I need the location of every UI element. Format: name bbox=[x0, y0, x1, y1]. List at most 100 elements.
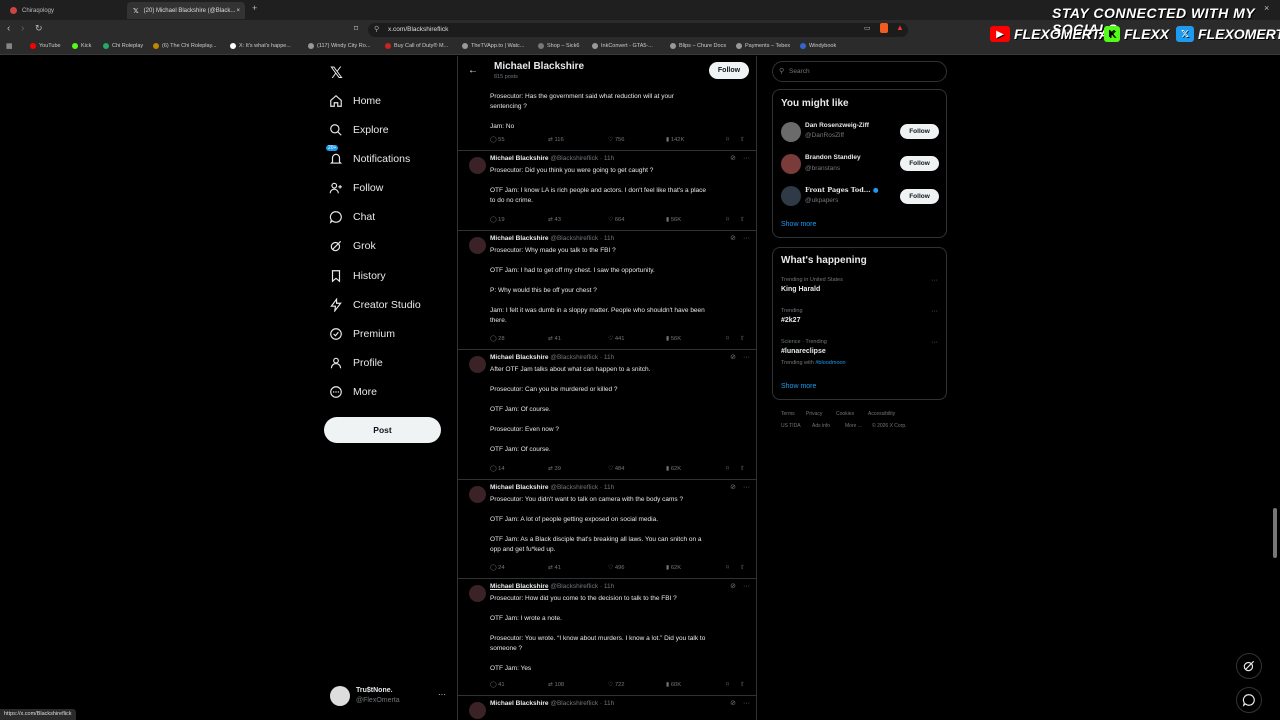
tweet[interactable]: Michael Blackshire @Blackshireflick · 11… bbox=[458, 696, 756, 720]
forward-icon[interactable]: › bbox=[21, 23, 24, 34]
like-button[interactable]: ♡ 496 bbox=[608, 565, 624, 571]
post-button[interactable]: Post bbox=[324, 417, 441, 443]
repost-button[interactable]: ⇄ 41 bbox=[548, 565, 561, 571]
views-button[interactable]: ▮ 56K bbox=[666, 336, 681, 342]
nav-notifications[interactable]: 20+ Notifications bbox=[326, 145, 410, 171]
chat-fab-button[interactable] bbox=[1236, 687, 1262, 713]
views-button[interactable]: ▮ 142K bbox=[666, 137, 684, 143]
scrollbar-thumb[interactable] bbox=[1273, 508, 1277, 558]
trend-related-tag[interactable]: #bloodmoon bbox=[815, 360, 845, 366]
nav-home[interactable]: Home bbox=[328, 89, 381, 113]
nav-history[interactable]: History bbox=[328, 264, 386, 288]
bookmark-item[interactable]: InkConvert - GTA5-... bbox=[592, 43, 653, 49]
bookmark-item[interactable]: (6) The Chi Roleplay... bbox=[153, 43, 217, 49]
bookmark-item[interactable]: Chi Roleplay bbox=[103, 43, 143, 49]
footer-terms-link[interactable]: Terms bbox=[781, 411, 795, 417]
tweet[interactable]: Michael Blackshire @Blackshireflick · 11… bbox=[458, 350, 756, 480]
share-icon[interactable]: ⇧ bbox=[740, 336, 745, 342]
footer-ustida-link[interactable]: US TIDA bbox=[781, 423, 801, 429]
grok-explain-icon[interactable]: ⊘ bbox=[730, 583, 736, 590]
grok-explain-icon[interactable]: ⊘ bbox=[730, 155, 736, 162]
nav-premium[interactable]: Premium bbox=[328, 322, 395, 346]
follow-button[interactable]: Follow bbox=[900, 156, 939, 171]
avatar[interactable] bbox=[781, 154, 801, 174]
grok-explain-icon[interactable]: ⊘ bbox=[730, 484, 736, 491]
repost-button[interactable]: ⇄ 41 bbox=[548, 336, 561, 342]
tweet-author-handle[interactable]: @Blackshireflick · 11h bbox=[550, 235, 614, 242]
nav-profile[interactable]: Profile bbox=[328, 351, 383, 375]
bookmark-item[interactable]: YouTube bbox=[30, 43, 61, 49]
trend-name[interactable]: King Harald bbox=[781, 286, 820, 293]
grok-explain-icon[interactable]: ⊘ bbox=[730, 354, 736, 361]
footer-cookies-link[interactable]: Cookies bbox=[836, 411, 854, 417]
tweet-author-name[interactable]: Michael Blackshire bbox=[490, 583, 549, 590]
avatar[interactable] bbox=[469, 585, 486, 602]
reply-button[interactable]: ◯ 41 bbox=[490, 682, 505, 688]
bookmark-item[interactable]: (117) Windy City Ro... bbox=[308, 43, 370, 49]
back-icon[interactable]: ‹ bbox=[7, 23, 10, 34]
grok-fab-button[interactable] bbox=[1236, 653, 1262, 679]
follow-profile-button[interactable]: Follow bbox=[709, 62, 749, 79]
tweet-author-name[interactable]: Michael Blackshire bbox=[490, 235, 549, 242]
x-logo-icon[interactable]: 𝕏 bbox=[330, 63, 343, 83]
repost-button[interactable]: ⇄ 39 bbox=[548, 466, 561, 472]
reply-button[interactable]: ◯ 24 bbox=[490, 565, 505, 571]
nav-explore[interactable]: Explore bbox=[328, 118, 389, 142]
bookmark-item[interactable]: Payments – Tebex bbox=[736, 43, 790, 49]
brave-shield-icon[interactable] bbox=[880, 23, 888, 33]
bookmark-icon[interactable]: ⌑ bbox=[726, 466, 729, 472]
share-icon[interactable]: ⇧ bbox=[740, 217, 745, 223]
bookmark-icon[interactable]: ⌑ bbox=[726, 682, 729, 688]
repost-button[interactable]: ⇄ 43 bbox=[548, 217, 561, 223]
show-more-link[interactable]: Show more bbox=[781, 221, 816, 228]
bookmark-item[interactable]: Windybook bbox=[800, 43, 836, 49]
tweet-author-name[interactable]: Michael Blackshire bbox=[490, 700, 549, 707]
avatar[interactable] bbox=[781, 122, 801, 142]
views-button[interactable]: ▮ 56K bbox=[666, 217, 681, 223]
bookmark-item[interactable]: TheTVApp.to | Watc... bbox=[462, 43, 524, 49]
tweet[interactable]: Michael Blackshire @Blackshireflick · 11… bbox=[458, 480, 756, 579]
new-tab-icon[interactable]: + bbox=[252, 3, 257, 13]
views-button[interactable]: ▮ 60K bbox=[666, 682, 681, 688]
bookmark-page-icon[interactable]: ⌑ bbox=[354, 24, 358, 33]
browser-tab-active[interactable]: 𝕏 (20) Michael Blackshire (@Black... × bbox=[127, 2, 245, 19]
back-arrow-icon[interactable]: ← bbox=[468, 65, 478, 76]
bookmark-item[interactable]: Blips – Chure Docs bbox=[670, 43, 726, 49]
more-dots-icon[interactable]: ··· bbox=[931, 277, 938, 284]
repost-button[interactable]: ⇄ 108 bbox=[548, 682, 564, 688]
like-button[interactable]: ♡ 722 bbox=[608, 682, 624, 688]
bookmark-icon[interactable]: ⌑ bbox=[726, 217, 729, 223]
tweet[interactable]: Prosecutor: Has the government said what… bbox=[458, 88, 756, 151]
more-dots-icon[interactable]: ··· bbox=[931, 339, 938, 346]
tweet[interactable]: Michael Blackshire @Blackshireflick · 11… bbox=[458, 579, 756, 696]
show-more-link[interactable]: Show more bbox=[781, 383, 816, 390]
footer-more-link[interactable]: More ... bbox=[845, 423, 862, 429]
avatar[interactable] bbox=[469, 486, 486, 503]
avatar[interactable] bbox=[469, 237, 486, 254]
site-info-icon[interactable]: ⚲ bbox=[374, 23, 379, 37]
bookmark-item[interactable]: Kick bbox=[72, 43, 91, 49]
nav-follow[interactable]: Follow bbox=[328, 176, 383, 200]
like-button[interactable]: ♡ 664 bbox=[608, 217, 624, 223]
suggestion-name[interactable]: Front Pages Tod... ● bbox=[805, 186, 878, 194]
like-button[interactable]: ♡ 484 bbox=[608, 466, 624, 472]
tweet[interactable]: Michael Blackshire @Blackshireflick · 11… bbox=[458, 151, 756, 231]
nav-creator-studio[interactable]: Creator Studio bbox=[328, 293, 421, 317]
tweet-author-handle[interactable]: @Blackshireflick · 11h bbox=[550, 155, 614, 162]
avatar[interactable] bbox=[469, 157, 486, 174]
close-tab-icon[interactable]: × bbox=[236, 8, 240, 14]
trend-name[interactable]: #lunareclipse bbox=[781, 348, 826, 355]
more-dots-icon[interactable]: ··· bbox=[743, 235, 750, 242]
follow-button[interactable]: Follow bbox=[900, 189, 939, 204]
nav-more[interactable]: More bbox=[328, 380, 377, 404]
url-input[interactable]: ⚲ x.com/Blackshireflick bbox=[368, 23, 908, 37]
share-icon[interactable]: ⇧ bbox=[740, 137, 745, 143]
more-dots-icon[interactable]: ··· bbox=[743, 155, 750, 162]
avatar[interactable] bbox=[469, 702, 486, 719]
nav-grok[interactable]: Grok bbox=[328, 234, 376, 258]
bookmark-icon[interactable]: ⌑ bbox=[726, 137, 729, 143]
cast-icon[interactable]: ▭ bbox=[864, 24, 871, 32]
suggestion-name[interactable]: Dan Rosenzweig-Ziff bbox=[805, 122, 869, 129]
bookmark-item[interactable]: Buy Call of Duty® M... bbox=[385, 43, 448, 49]
footer-accessibility-link[interactable]: Accessibility bbox=[868, 411, 895, 417]
